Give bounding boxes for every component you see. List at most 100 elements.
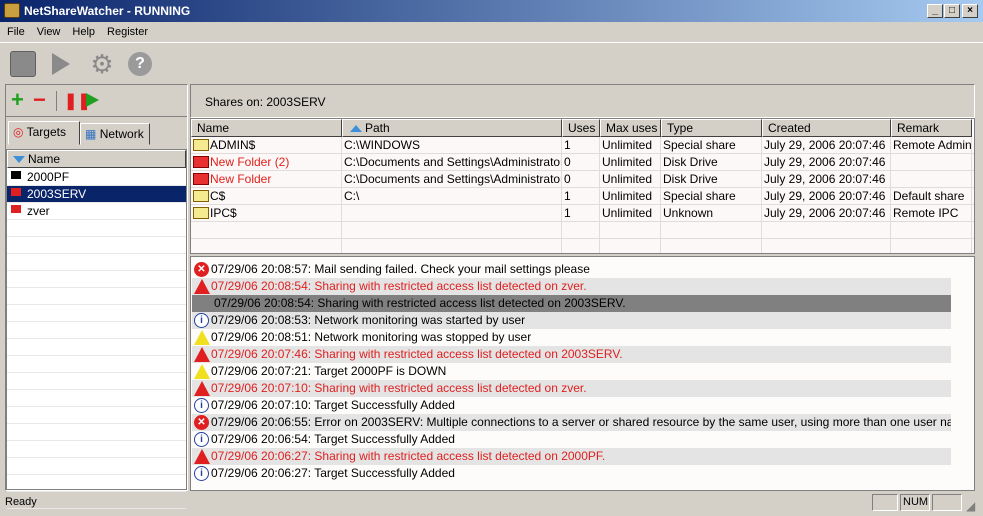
log-entry[interactable]: 07/29/06 20:07:10: Sharing with restrict… xyxy=(192,380,951,397)
info-icon: i xyxy=(194,313,209,328)
share-cell: Unlimited xyxy=(600,205,661,222)
column-header-type[interactable]: Type xyxy=(661,119,762,137)
header-label: Name xyxy=(197,121,230,135)
log-entry[interactable]: 07/29/06 20:07:46: Sharing with restrict… xyxy=(192,346,951,363)
menu-view[interactable]: View xyxy=(32,22,66,42)
share-cell: New Folder xyxy=(191,171,342,188)
share-cell: July 29, 2006 20:07:46 xyxy=(762,188,891,205)
empty-row xyxy=(7,237,186,254)
empty-row xyxy=(7,356,186,373)
share-cell: July 29, 2006 20:07:46 xyxy=(762,154,891,171)
info-icon: i xyxy=(194,466,209,481)
warning-yellow-icon xyxy=(194,364,210,379)
share-cell: 0 xyxy=(562,171,600,188)
target-item[interactable]: 2000PF xyxy=(7,169,186,186)
log-entry[interactable]: 07/29/06 20:08:54: Sharing with restrict… xyxy=(192,295,951,312)
column-header-name[interactable]: Name xyxy=(7,150,186,168)
share-cell: 0 xyxy=(562,154,600,171)
resume-icon[interactable] xyxy=(86,93,99,107)
help-icon[interactable]: ? xyxy=(128,52,152,76)
log-text: 07/29/06 20:08:53: Network monitoring wa… xyxy=(211,313,526,327)
log-entry[interactable]: i 07/29/06 20:06:54: Target Successfully … xyxy=(192,431,951,448)
share-cell: July 29, 2006 20:07:46 xyxy=(762,171,891,188)
empty-row xyxy=(7,220,186,237)
share-cell: Disk Drive xyxy=(661,171,762,188)
targets-toolbar: + − ❚❚ xyxy=(6,85,187,117)
log-entry[interactable]: 07/29/06 20:07:21: Target 2000PF is DOWN xyxy=(192,363,951,380)
warning-yellow-icon xyxy=(194,330,210,345)
target-item[interactable]: zver xyxy=(7,203,186,220)
toolbar: ⚙ ? xyxy=(0,42,983,84)
resize-grip-icon[interactable]: ◢ xyxy=(966,496,975,516)
menu-register[interactable]: Register xyxy=(102,22,153,42)
share-name: IPC$ xyxy=(210,206,237,220)
share-cell xyxy=(600,222,661,239)
log-entry[interactable]: 07/29/06 20:06:27: Sharing with restrict… xyxy=(192,448,951,465)
log-entry[interactable]: ✕ 07/29/06 20:06:55: Error on 2003SERV: M… xyxy=(192,414,951,431)
header-label: Uses xyxy=(568,121,596,135)
log-text: 07/29/06 20:07:10: Target Successfully A… xyxy=(211,398,455,412)
targets-list: Name 2000PF 2003SERV zver xyxy=(6,149,187,509)
share-row[interactable]: New Folder (2) C:\Documents and Settings\… xyxy=(191,154,974,171)
log-entry[interactable]: 07/29/06 20:08:51: Network monitoring wa… xyxy=(192,329,951,346)
tab-targets[interactable]: ◎ Targets xyxy=(8,121,80,145)
empty-row xyxy=(7,322,186,339)
share-cell: Unlimited xyxy=(600,137,661,154)
log-entry[interactable]: i 07/29/06 20:08:53: Network monitoring w… xyxy=(192,312,951,329)
share-cell: C:\Documents and Settings\Administrator\… xyxy=(344,154,562,171)
share-row[interactable]: ADMIN$ C:\WINDOWS 1 Unlimited Special share J… xyxy=(191,137,974,154)
stop-icon[interactable] xyxy=(10,51,36,77)
share-cell: Unlimited xyxy=(600,188,661,205)
column-header-uses[interactable]: Uses xyxy=(562,119,600,137)
menu-file[interactable]: File xyxy=(2,22,30,42)
column-header-created[interactable]: Created xyxy=(762,119,891,137)
column-header-remark[interactable]: Remark xyxy=(891,119,972,137)
target-name: 2000PF xyxy=(27,170,70,184)
tab-network[interactable]: ▦ Network xyxy=(80,123,150,145)
log-entry[interactable]: i 07/29/06 20:07:10: Target Successfully … xyxy=(192,397,951,414)
close-button[interactable]: × xyxy=(962,4,978,18)
share-row[interactable]: New Folder C:\Documents and Settings\Admi… xyxy=(191,171,974,188)
minimize-button[interactable]: _ xyxy=(927,4,943,18)
empty-row xyxy=(7,424,186,441)
computer-icon xyxy=(11,188,21,196)
log-entry[interactable]: ✕ 07/29/06 20:08:57: Mail sending failed.… xyxy=(192,261,951,278)
separator xyxy=(56,91,57,111)
share-row[interactable]: C$ C:\ 1 Unlimited Special share July 29, 200… xyxy=(191,188,974,205)
header-label: Max uses xyxy=(606,121,658,135)
share-cell: 1 xyxy=(562,137,600,154)
gear-icon[interactable]: ⚙ xyxy=(88,50,116,78)
empty-row xyxy=(7,407,186,424)
share-cell xyxy=(562,239,600,253)
target-item[interactable]: 2003SERV xyxy=(7,186,186,203)
maximize-button[interactable]: □ xyxy=(944,4,960,18)
share-cell: C$ xyxy=(191,188,342,205)
remove-target-icon[interactable]: − xyxy=(33,89,46,111)
column-header-max-uses[interactable]: Max uses xyxy=(600,119,661,137)
play-icon[interactable] xyxy=(52,53,70,75)
log-text: 07/29/06 20:06:27: Sharing with restrict… xyxy=(211,449,606,463)
column-header-name[interactable]: Name xyxy=(191,119,342,137)
shares-table: Name Path Uses Max uses Type Created Remark ADM… xyxy=(190,118,975,254)
share-cell xyxy=(562,222,600,239)
shared-folder-icon xyxy=(193,139,209,151)
share-cell: Special share xyxy=(661,137,762,154)
log-entry[interactable]: 07/29/06 20:08:54: Sharing with restrict… xyxy=(192,278,951,295)
column-header-path[interactable]: Path xyxy=(342,119,562,137)
log-text: 07/29/06 20:07:10: Sharing with restrict… xyxy=(211,381,587,395)
log-text: 07/29/06 20:07:46: Sharing with restrict… xyxy=(211,347,623,361)
share-row[interactable]: IPC$ 1 Unlimited Unknown July 29, 2006 20:07… xyxy=(191,205,974,222)
log-text: 07/29/06 20:08:51: Network monitoring wa… xyxy=(211,330,532,344)
add-target-icon[interactable]: + xyxy=(11,89,24,111)
title-bar: NetShareWatcher - RUNNING xyxy=(0,0,983,22)
share-cell: New Folder (2) xyxy=(191,154,342,171)
menu-help[interactable]: Help xyxy=(67,22,100,42)
share-cell: Unlimited xyxy=(600,171,661,188)
share-cell xyxy=(342,222,562,239)
log-text: 07/29/06 20:07:21: Target 2000PF is DOWN xyxy=(211,364,447,378)
shared-folder-icon xyxy=(193,173,209,185)
header-label: Type xyxy=(667,121,694,135)
share-cell xyxy=(191,239,342,253)
sort-ascending-icon xyxy=(350,125,362,132)
log-entry[interactable]: i 07/29/06 20:06:27: Target Successfully … xyxy=(192,465,951,482)
